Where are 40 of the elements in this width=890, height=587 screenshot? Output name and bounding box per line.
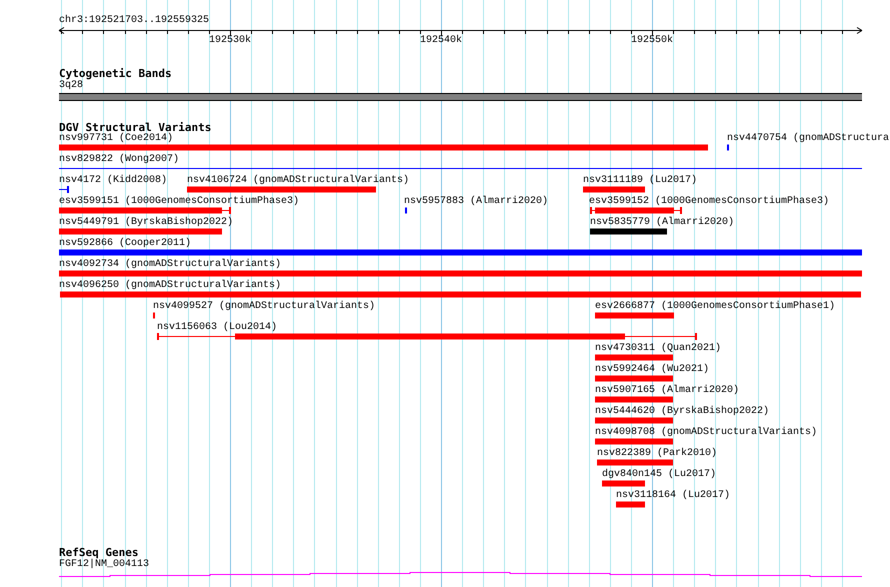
cytoband-bar[interactable] [59,93,862,101]
variant-label: esv3599151 (1000GenomesConsortiumPhase3) [59,196,300,208]
variant-bar[interactable] [59,249,862,256]
track-title: Cytogenetic Bands [59,67,172,80]
variant-label: nsv4172 (Kidd2008) [59,175,168,187]
variant-bar[interactable] [590,228,667,235]
variant-label: dgv840n145 (Lu2017) [602,469,716,481]
variant-label: nsv4106724 (gnomADStructuralVariants) [187,175,410,187]
track-title: DGV Structural Variants [59,121,212,134]
variant-label: nsv4470754 (gnomADStructura [727,133,890,145]
ruler-tick-label: 192550k [631,35,673,47]
variant-label: nsv5449791 (ByrskaBishop2022) [59,217,234,229]
variant-label: nsv4098708 (gnomADStructuralVariants) [595,427,818,439]
variant-label: nsv5957883 (Almarri2020) [404,196,548,208]
variant-label: esv3599152 (1000GenomesConsortiumPhase3) [589,196,830,208]
ruler-tick-label: 192530k [209,35,251,47]
track-title: RefSeq Genes [59,546,138,559]
variant-label: nsv4092734 (gnomADStructuralVariants) [59,259,282,271]
variant-label: nsv4099527 (gnomADStructuralVariants) [153,301,376,313]
variant-label: nsv3118164 (Lu2017) [616,490,730,502]
variant-label: nsv1156063 (Lou2014) [157,322,278,334]
variant-label: esv2666877 (1000GenomesConsortiumPhase1) [595,301,836,313]
gene-line[interactable] [59,571,863,577]
ruler-tick-label: 192540k [420,35,462,47]
variant-label: nsv3111189 (Lu2017) [583,175,698,187]
variant-label: nsv5835779 (Almarri2020) [590,217,734,229]
variant-label: nsv5444620 (ByrskaBishop2022) [595,406,770,418]
gene-label: FGF12|NM_004113 [59,559,150,571]
variant-label: nsv5907165 (Almarri2020) [595,385,740,397]
location-label: chr3:192521703..192559325 [59,15,210,27]
variant-label: nsv829822 (Wong2007) [59,154,180,166]
variant-label: nsv4730311 (Quan2021) [595,343,722,355]
variant-label: nsv4096250 (gnomADStructuralVariants) [59,280,282,292]
variant-bar[interactable] [59,186,69,193]
variant-label: nsv592866 (Cooper2011) [59,238,192,250]
variant-label: nsv5992464 (Wu2021) [595,364,710,376]
variant-label: nsv822389 (Park2010) [597,448,718,460]
variant-bar[interactable] [59,165,862,172]
variant-label: nsv997731 (Coe2014) [59,133,174,145]
band-label: 3q28 [59,80,84,92]
